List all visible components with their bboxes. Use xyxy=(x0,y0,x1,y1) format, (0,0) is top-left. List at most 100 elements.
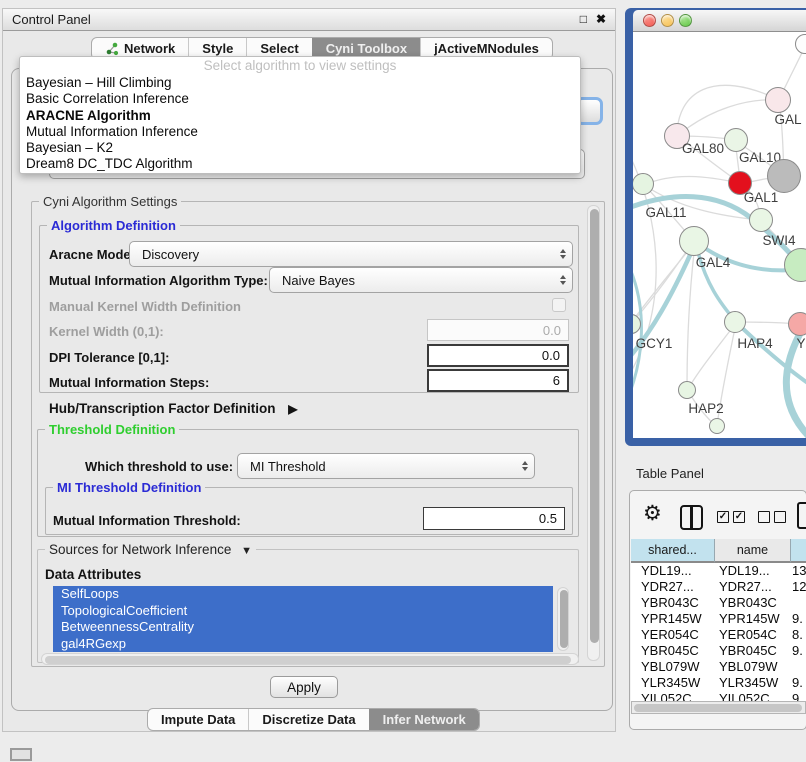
table-horizontal-scrollbar[interactable] xyxy=(631,701,806,714)
algorithm-option[interactable]: Mutual Information Inference xyxy=(20,124,580,140)
select-all-checks-icon[interactable]: ✓ ✓ xyxy=(717,511,745,523)
data-attribute-item[interactable]: TopologicalCoefficient xyxy=(53,603,553,620)
mi-threshold-value: 0.5 xyxy=(539,511,557,526)
data-attribute-item[interactable]: gal4RGexp xyxy=(53,636,553,653)
attributes-vertical-scrollbar[interactable] xyxy=(557,587,569,651)
table-row[interactable]: YDL19...YDL19...13 xyxy=(631,563,806,579)
network-node-gal10[interactable] xyxy=(724,128,748,152)
algorithm-option[interactable]: Dream8 DC_TDC Algorithm xyxy=(20,156,580,172)
unchecked-box-icon xyxy=(774,511,786,523)
network-node-hap4[interactable] xyxy=(724,311,746,333)
algorithm-popup-list: Bayesian – Hill ClimbingBasic Correlatio… xyxy=(20,75,580,173)
network-node-gal[interactable] xyxy=(765,87,791,113)
mac-close-button[interactable] xyxy=(643,14,656,27)
table-cell: YBR043C xyxy=(719,595,777,611)
mi-type-value: Naive Bayes xyxy=(282,273,355,288)
column-header-shared-name[interactable]: shared... xyxy=(631,539,715,563)
kernel-width-field[interactable]: 0.0 xyxy=(427,319,569,341)
gear-icon[interactable]: ⚙ xyxy=(643,503,662,524)
table-cell: YBL079W xyxy=(641,659,700,675)
mi-steps-label: Mutual Information Steps: xyxy=(49,375,209,390)
dpi-tolerance-field[interactable]: 0.0 xyxy=(427,344,569,367)
table-body: YDL19...YDL19...13YDR27...YDR27...12YBR0… xyxy=(631,563,806,701)
aracne-mode-label: Aracne Mode: xyxy=(49,247,135,262)
which-threshold-combo[interactable]: MI Threshold xyxy=(237,453,535,479)
data-attribute-item[interactable]: BetweennessCentrality xyxy=(53,619,553,636)
network-node-gal4[interactable] xyxy=(679,226,709,256)
float-window-icon[interactable]: □ xyxy=(580,12,587,26)
network-canvas[interactable]: GALGAL80GAL10GAL1SWI4GAL11GAL4GCY1HAP4YH… xyxy=(633,32,806,438)
attributes-hscrollbar-thumb[interactable] xyxy=(45,656,571,664)
table-row[interactable]: YBR045CYBR045C9. xyxy=(631,643,806,659)
table-row[interactable]: YBR043CYBR043C xyxy=(631,595,806,611)
tab-jactivemnodules-label: jActiveMNodules xyxy=(434,41,539,56)
apply-button[interactable]: Apply xyxy=(270,676,338,698)
algorithm-option[interactable]: ARACNE Algorithm xyxy=(20,108,580,124)
network-node-y[interactable] xyxy=(788,312,806,336)
table-row[interactable]: YLR345WYLR345W9. xyxy=(631,675,806,691)
cyni-algorithm-settings-title: Cyni Algorithm Settings xyxy=(39,194,181,209)
table-cell: YIL052C xyxy=(641,691,692,701)
mi-threshold-group-title: MI Threshold Definition xyxy=(53,480,205,495)
document-icon[interactable] xyxy=(797,502,806,529)
column-layout-icon[interactable] xyxy=(680,505,703,530)
algorithm-option[interactable]: Bayesian – K2 xyxy=(20,140,580,156)
table-cell: YDL19... xyxy=(719,563,770,579)
manual-kernel-checkbox[interactable] xyxy=(552,298,566,312)
network-window-titlebar[interactable] xyxy=(633,10,806,32)
mac-zoom-button[interactable] xyxy=(679,14,692,27)
tab-impute-data[interactable]: Impute Data xyxy=(148,709,248,730)
network-node[interactable] xyxy=(767,159,801,193)
sources-toggle[interactable]: Sources for Network Inference ▼ xyxy=(45,542,256,557)
algorithm-option[interactable]: Basic Correlation Inference xyxy=(20,91,580,107)
mi-steps-field[interactable]: 6 xyxy=(427,369,569,392)
algorithm-definition-title: Algorithm Definition xyxy=(47,218,180,233)
control-panel-window: Control Panel □ ✖ Network Style S xyxy=(2,8,616,732)
table-hscrollbar-thumb[interactable] xyxy=(634,704,802,712)
network-node-hap2[interactable] xyxy=(678,381,696,399)
data-attributes-list[interactable]: SelfLoopsTopologicalCoefficientBetweenne… xyxy=(53,586,553,652)
aracne-mode-combo[interactable]: Discovery xyxy=(129,241,573,267)
network-node-label: SWI4 xyxy=(734,233,806,248)
table-row[interactable]: YDR27...YDR27...12 xyxy=(631,579,806,595)
checked-box-icon: ✓ xyxy=(717,511,729,523)
attributes-horizontal-scrollbar[interactable] xyxy=(41,653,579,665)
table-cell: 9. xyxy=(792,691,803,701)
table-cell: YBL079W xyxy=(719,659,778,675)
table-cell: YDR27... xyxy=(641,579,694,595)
table-row[interactable]: YER054CYER054C8. xyxy=(631,627,806,643)
control-panel-title: Control Panel xyxy=(12,12,91,27)
mi-threshold-field[interactable]: 0.5 xyxy=(423,507,565,530)
control-panel-titlebar[interactable]: Control Panel □ ✖ xyxy=(3,9,615,31)
attributes-scrollbar-thumb[interactable] xyxy=(560,590,568,648)
column-header-partial[interactable] xyxy=(791,539,806,563)
network-node-label: Y xyxy=(756,336,806,351)
close-window-icon[interactable]: ✖ xyxy=(596,12,606,26)
mac-minimize-button[interactable] xyxy=(661,14,674,27)
column-header-name[interactable]: name xyxy=(715,539,791,563)
table-row[interactable]: YBL079W YBL079W xyxy=(631,659,806,675)
hub-definition-toggle[interactable]: Hub/Transcription Factor Definition ▶ xyxy=(49,401,298,416)
table-row[interactable]: YIL052CYIL052C9. xyxy=(631,691,806,701)
dpi-tolerance-value: 0.0 xyxy=(542,348,560,363)
network-node-label: GAL1 xyxy=(716,190,806,205)
chevron-right-icon: ▶ xyxy=(288,402,297,416)
settings-scrollbar-thumb[interactable] xyxy=(590,209,599,643)
network-node[interactable] xyxy=(709,418,725,434)
deselect-all-checks-icon[interactable] xyxy=(758,511,786,523)
table-row[interactable]: YPR145WYPR145W9. xyxy=(631,611,806,627)
combo-spinner-icon xyxy=(560,275,566,285)
column-header-label: name xyxy=(737,543,768,557)
minimized-panel-icon[interactable] xyxy=(10,748,32,761)
data-attribute-item[interactable]: SelfLoops xyxy=(53,586,553,603)
tab-infer-network[interactable]: Infer Network xyxy=(369,709,479,730)
algorithm-option[interactable]: Bayesian – Hill Climbing xyxy=(20,75,580,91)
tab-discretize-data[interactable]: Discretize Data xyxy=(248,709,368,730)
network-node[interactable] xyxy=(749,208,773,232)
mi-type-combo[interactable]: Naive Bayes xyxy=(269,267,573,293)
apply-button-label: Apply xyxy=(287,680,321,695)
network-tab-icon xyxy=(105,42,119,56)
settings-vertical-scrollbar[interactable] xyxy=(587,205,600,661)
network-node-gal11[interactable] xyxy=(633,173,654,195)
column-header-label: shared... xyxy=(648,543,697,557)
